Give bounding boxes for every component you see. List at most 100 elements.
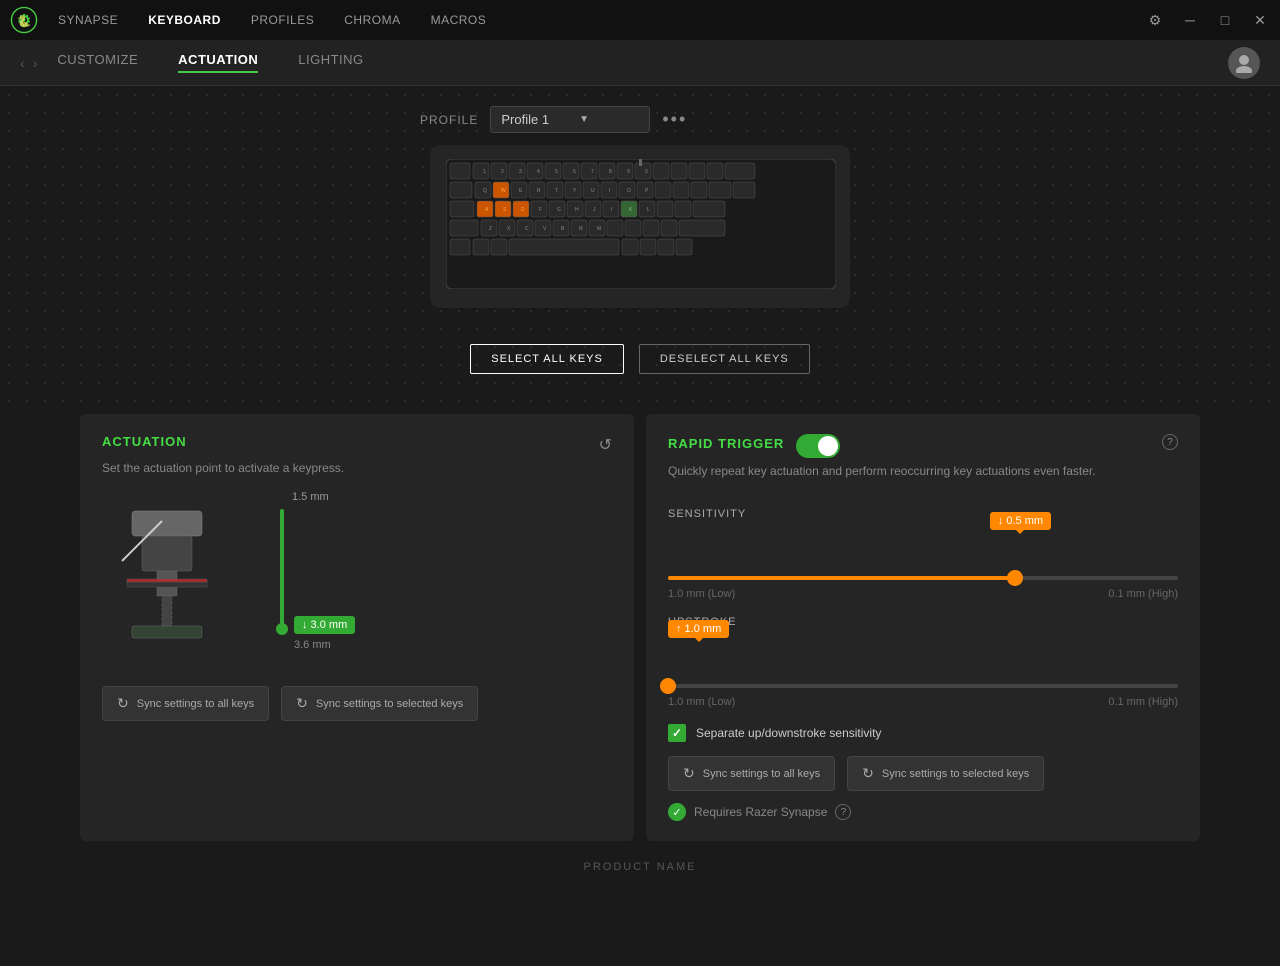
top-nav: SYNAPSE KEYBOARD PROFILES CHROMA MACROS <box>58 13 1145 27</box>
upstroke-low-label: 1.0 mm (Low) <box>668 696 735 708</box>
depth-dot <box>276 623 288 635</box>
upstroke-section: UPSTROKE ↑ 1.0 mm 1.0 mm (Low) 0.1 mm (H… <box>668 616 1178 708</box>
panels-container: ACTUATION ↺ Set the actuation point to a… <box>40 414 1240 841</box>
upstroke-tooltip-value: ↑ 1.0 mm <box>676 623 721 635</box>
minimize-icon[interactable]: ─ <box>1180 10 1200 30</box>
svg-text:0: 0 <box>645 169 648 175</box>
back-arrow[interactable]: ‹ <box>20 55 25 71</box>
nav-chroma[interactable]: CHROMA <box>344 13 400 27</box>
rapid-trigger-toggle[interactable] <box>796 434 840 458</box>
settings-icon[interactable]: ⚙ <box>1145 10 1165 30</box>
rt-help-icon[interactable]: ? <box>1162 434 1178 450</box>
tab-actuation[interactable]: ACTUATION <box>178 52 258 73</box>
profile-value: Profile 1 <box>501 112 549 127</box>
svg-text:R: R <box>537 188 541 194</box>
sensitivity-tooltip-value: ↓ 0.5 mm <box>998 515 1043 527</box>
nav-keyboard[interactable]: KEYBOARD <box>148 13 221 27</box>
rt-title-row: RAPID TRIGGER <box>668 434 1096 458</box>
sync-selected-icon: ↻ <box>296 695 308 712</box>
svg-text:2: 2 <box>501 169 504 175</box>
upstroke-labels: 1.0 mm (Low) 0.1 mm (High) <box>668 696 1178 708</box>
main-area: PROFILE Profile 1 ▼ ••• <box>0 86 1280 404</box>
svg-text:Q: Q <box>483 188 487 194</box>
svg-text:5: 5 <box>555 169 558 175</box>
sub-nav-items: CUSTOMIZE ACTUATION LIGHTING <box>57 52 1228 73</box>
separate-sensitivity-row: ✓ Separate up/downstroke sensitivity <box>668 724 1178 742</box>
upstroke-label: UPSTROKE <box>668 616 1178 628</box>
keyboard-display-area: 12345 67890 Q W ERTYUIOP A S D FGHJI K L… <box>0 145 1280 328</box>
rt-header: RAPID TRIGGER Quickly repeat key actuati… <box>668 434 1178 494</box>
sensitivity-slider-track[interactable] <box>668 576 1178 580</box>
separate-sensitivity-label: Separate up/downstroke sensitivity <box>696 726 881 740</box>
separate-sensitivity-checkbox[interactable]: ✓ <box>668 724 686 742</box>
sensitivity-thumb[interactable] <box>1007 570 1023 586</box>
window-controls: ⚙ ─ □ ✕ <box>1145 10 1270 30</box>
svg-text:F: F <box>539 207 542 213</box>
upstroke-thumb[interactable] <box>660 678 676 694</box>
depth-line <box>280 509 284 629</box>
user-avatar[interactable] <box>1228 47 1260 79</box>
sensitivity-label: SENSITIVITY <box>668 508 1178 520</box>
rt-title-area: RAPID TRIGGER Quickly repeat key actuati… <box>668 434 1096 494</box>
maximize-icon[interactable]: □ <box>1215 10 1235 30</box>
sub-nav: ‹ › CUSTOMIZE ACTUATION LIGHTING <box>0 40 1280 86</box>
upstroke-slider-container: ↑ 1.0 mm <box>668 648 1178 688</box>
sensitivity-low-label: 1.0 mm (Low) <box>668 588 735 600</box>
svg-text:8: 8 <box>609 169 612 175</box>
actuation-header: ACTUATION ↺ <box>102 434 612 455</box>
rt-sync-all-button[interactable]: ↻ Sync settings to all keys <box>668 756 835 791</box>
actuation-inner: 1.5 mm ↓ 3.0 mm 3.6 mm <box>102 491 612 646</box>
profile-dropdown[interactable]: Profile 1 ▼ <box>490 106 650 133</box>
nav-macros[interactable]: MACROS <box>431 13 487 27</box>
actuation-title: ACTUATION <box>102 434 187 449</box>
actuation-sync-all-button[interactable]: ↻ Sync settings to all keys <box>102 686 269 721</box>
svg-text:G: G <box>557 207 561 213</box>
requires-synapse-label: Requires Razer Synapse <box>694 805 827 819</box>
sync-all-icon: ↻ <box>117 695 129 712</box>
key-diagram-svg <box>102 491 232 646</box>
rt-description: Quickly repeat key actuation and perform… <box>668 464 1096 478</box>
tab-lighting[interactable]: LIGHTING <box>298 52 363 73</box>
product-name: PRODUCT NAME <box>0 861 1280 873</box>
actuation-reset-icon[interactable]: ↺ <box>599 435 612 455</box>
nav-arrows: ‹ › <box>20 55 37 71</box>
sensitivity-tooltip: ↓ 0.5 mm <box>990 512 1051 530</box>
rt-sync-all-label: Sync settings to all keys <box>703 768 820 780</box>
svg-text:H: H <box>575 207 579 213</box>
title-bar: ⚙ 🐍 SYNAPSE KEYBOARD PROFILES CHROMA MAC… <box>0 0 1280 40</box>
svg-text:M: M <box>597 226 601 232</box>
select-all-keys-button[interactable]: SELECT ALL KEYS <box>470 344 624 374</box>
razer-logo: ⚙ 🐍 <box>10 6 38 34</box>
actuation-sync-selected-button[interactable]: ↻ Sync settings to selected keys <box>281 686 478 721</box>
keyboard-container: 12345 67890 Q W ERTYUIOP A S D FGHJI K L… <box>430 145 850 308</box>
svg-text:7: 7 <box>591 169 594 175</box>
deselect-all-keys-button[interactable]: DESELECT ALL KEYS <box>639 344 810 374</box>
depth-bottom-label: 3.6 mm <box>294 639 331 651</box>
rt-sync-selected-icon: ↻ <box>862 765 874 782</box>
rt-sync-row: ↻ Sync settings to all keys ↻ Sync setti… <box>668 756 1178 791</box>
svg-text:1: 1 <box>483 169 486 175</box>
synapse-check-icon: ✓ <box>668 803 686 821</box>
upstroke-high-label: 0.1 mm (High) <box>1108 696 1178 708</box>
upstroke-tooltip: ↑ 1.0 mm <box>668 620 729 638</box>
profile-options[interactable]: ••• <box>662 109 687 130</box>
tab-customize[interactable]: CUSTOMIZE <box>57 52 138 73</box>
nav-synapse[interactable]: SYNAPSE <box>58 13 118 27</box>
svg-text:Z: Z <box>489 226 492 232</box>
nav-profiles[interactable]: PROFILES <box>251 13 314 27</box>
rt-sync-selected-label: Sync settings to selected keys <box>882 768 1029 780</box>
svg-text:O: O <box>627 188 631 194</box>
svg-text:T: T <box>555 188 558 194</box>
close-icon[interactable]: ✕ <box>1250 10 1270 30</box>
actuation-desc: Set the actuation point to activate a ke… <box>102 461 612 475</box>
svg-text:9: 9 <box>627 169 630 175</box>
requires-help-icon[interactable]: ? <box>835 804 851 820</box>
actuation-panel: ACTUATION ↺ Set the actuation point to a… <box>80 414 634 841</box>
rt-sync-all-icon: ↻ <box>683 765 695 782</box>
forward-arrow[interactable]: › <box>33 55 38 71</box>
rt-sync-selected-button[interactable]: ↻ Sync settings to selected keys <box>847 756 1044 791</box>
upstroke-slider-track[interactable] <box>668 684 1178 688</box>
svg-text:I: I <box>609 188 610 194</box>
dropdown-arrow: ▼ <box>579 114 589 125</box>
svg-text:6: 6 <box>573 169 576 175</box>
